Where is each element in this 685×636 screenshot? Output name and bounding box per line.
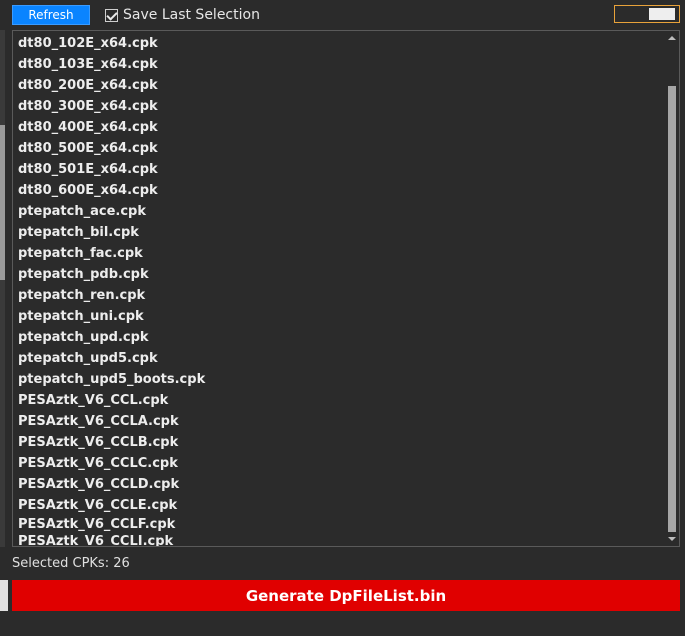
checkmark-icon xyxy=(106,8,118,21)
file-list-item[interactable]: ptepatch_uni.cpk xyxy=(18,306,658,327)
checkbox-box[interactable] xyxy=(105,8,118,22)
file-list-item[interactable]: ptepatch_ace.cpk xyxy=(18,201,658,222)
file-list-item[interactable]: PESAztk_V6_CCLI.cpk xyxy=(18,533,658,546)
file-list-item[interactable]: dt80_400E_x64.cpk xyxy=(18,117,658,138)
toolbar: Refresh Save Last Selection xyxy=(0,0,685,30)
left-panel-scrollbar[interactable] xyxy=(0,30,5,547)
file-list-item[interactable]: PESAztk_V6_CCLA.cpk xyxy=(18,411,658,432)
file-list-item[interactable]: ptepatch_ren.cpk xyxy=(18,285,658,306)
file-list-item[interactable]: ptepatch_upd5_boots.cpk xyxy=(18,369,658,390)
save-last-selection-label: Save Last Selection xyxy=(123,7,260,23)
file-list-items: dt80_102E_x64.cpk dt80_103E_x64.cpk dt80_2… xyxy=(18,33,658,546)
toggle-knob xyxy=(649,8,675,20)
file-list-item[interactable]: PESAztk_V6_CCLB.cpk xyxy=(18,432,658,453)
file-list-item[interactable]: PESAztk_V6_CCLE.cpk xyxy=(18,495,658,516)
theme-toggle[interactable] xyxy=(614,5,680,23)
file-list-item[interactable]: dt80_200E_x64.cpk xyxy=(18,75,658,96)
list-scrollbar[interactable] xyxy=(666,32,678,545)
file-list-item[interactable]: dt80_600E_x64.cpk xyxy=(18,180,658,201)
cpk-file-list: dt80_102E_x64.cpk dt80_103E_x64.cpk dt80_2… xyxy=(12,30,680,547)
left-scrollbar-thumb[interactable] xyxy=(0,125,5,280)
file-list-item[interactable]: ptepatch_pdb.cpk xyxy=(18,264,658,285)
file-list-item[interactable]: PESAztk_V6_CCLF.cpk xyxy=(18,516,658,533)
file-list-item[interactable]: dt80_501E_x64.cpk xyxy=(18,159,658,180)
file-list-item[interactable]: ptepatch_upd5.cpk xyxy=(18,348,658,369)
save-last-selection-checkbox[interactable]: Save Last Selection xyxy=(105,5,260,25)
list-scrollbar-thumb[interactable] xyxy=(668,86,676,532)
file-list-item[interactable]: dt80_500E_x64.cpk xyxy=(18,138,658,159)
file-list-item[interactable]: ptepatch_bil.cpk xyxy=(18,222,658,243)
generate-dpfilelist-button[interactable]: Generate DpFileList.bin xyxy=(12,580,680,611)
file-list-item[interactable]: ptepatch_upd.cpk xyxy=(18,327,658,348)
scroll-down-arrow-icon[interactable] xyxy=(668,537,676,541)
file-list-item[interactable]: dt80_102E_x64.cpk xyxy=(18,33,658,54)
file-list-item[interactable]: dt80_300E_x64.cpk xyxy=(18,96,658,117)
file-list-item[interactable]: PESAztk_V6_CCLD.cpk xyxy=(18,474,658,495)
file-list-item[interactable]: PESAztk_V6_CCL.cpk xyxy=(18,390,658,411)
file-list-item[interactable]: dt80_103E_x64.cpk xyxy=(18,54,658,75)
selected-cpks-count: Selected CPKs: 26 xyxy=(12,556,130,571)
left-button-edge[interactable] xyxy=(0,580,8,611)
scroll-up-arrow-icon[interactable] xyxy=(668,36,676,40)
file-list-item[interactable]: ptepatch_fac.cpk xyxy=(18,243,658,264)
file-list-item[interactable]: PESAztk_V6_CCLC.cpk xyxy=(18,453,658,474)
refresh-button[interactable]: Refresh xyxy=(12,5,90,25)
